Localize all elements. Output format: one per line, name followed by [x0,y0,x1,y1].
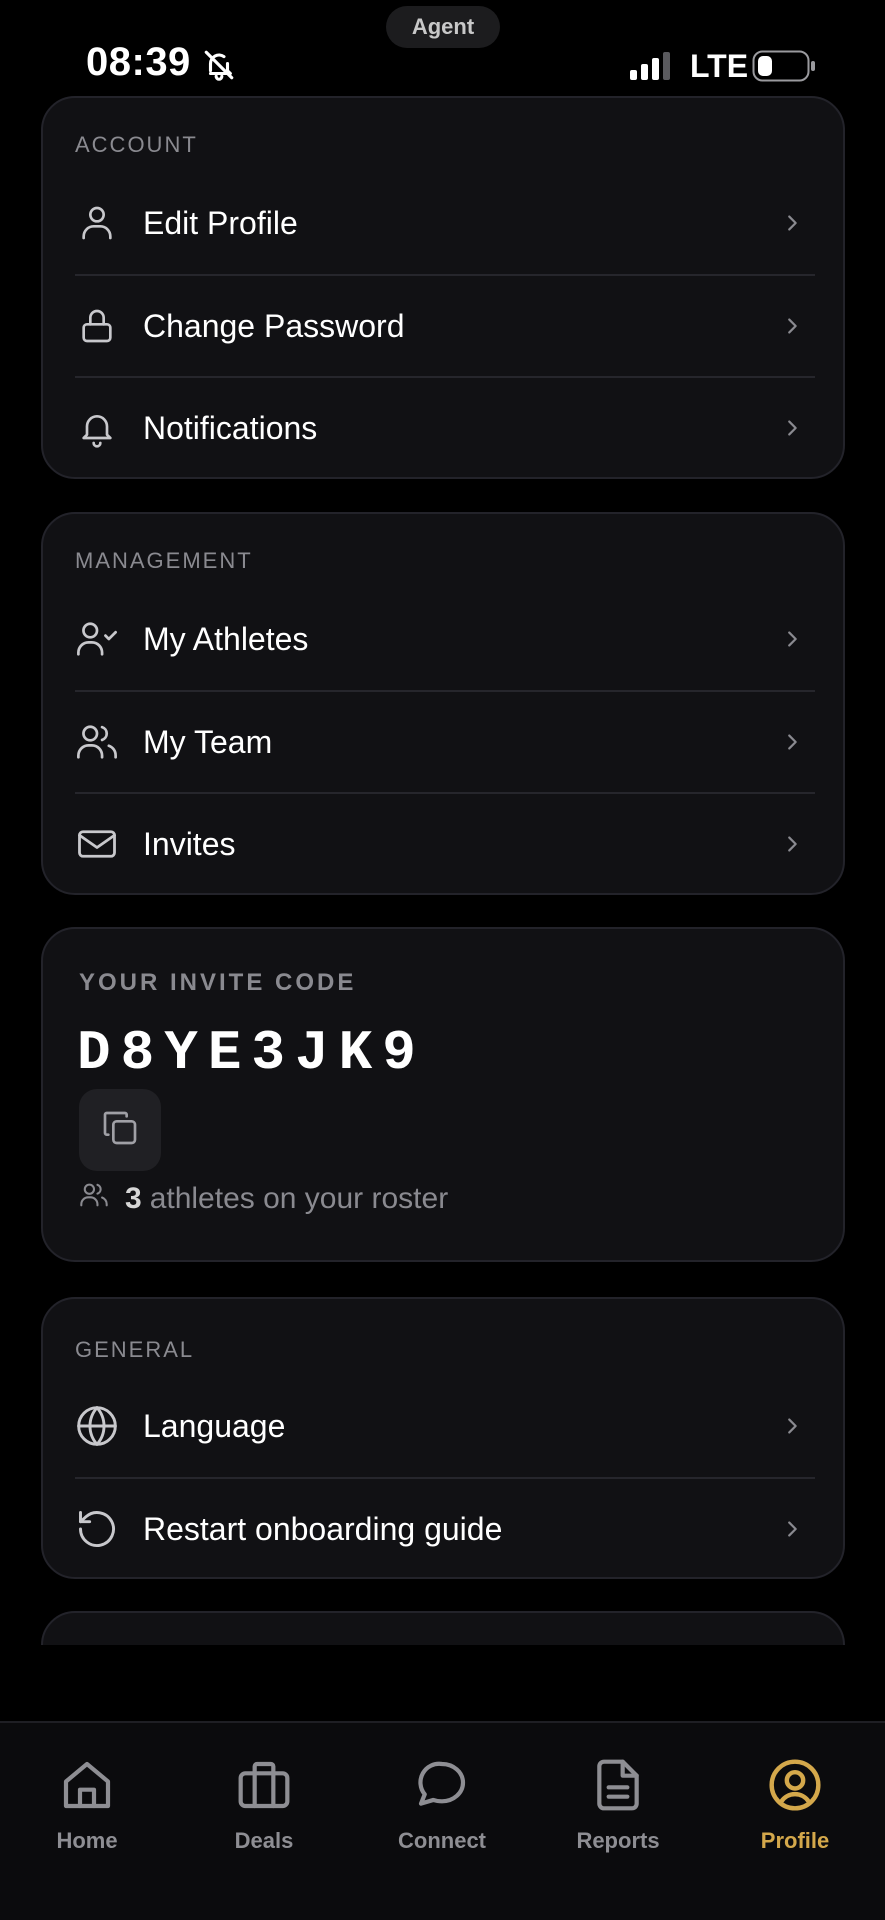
chevron-right-icon [777,413,807,443]
restart-onboarding-row[interactable]: Restart onboarding guide [75,1478,815,1580]
users-icon [79,1181,109,1217]
invite-code-card: YOUR INVITE CODE D8YE3JK9 3 athletes on … [41,927,845,1262]
restart-icon [75,1507,119,1551]
tab-home-label: Home [56,1828,118,1853]
tab-deals[interactable]: Deals [189,1757,339,1854]
account-card: ACCOUNT Edit Profile Change Password Not… [41,96,845,479]
user-icon [75,201,119,245]
user-check-icon [75,617,119,661]
tab-deals-label: Deals [234,1828,294,1853]
language-label: Language [143,1407,286,1444]
status-time: 08:39 [86,40,191,84]
bottom-tab-bar: Home Deals Connect Reports Profile [0,1721,885,1920]
profile-circle-icon [767,1757,823,1818]
edit-profile-row[interactable]: Edit Profile [75,172,815,274]
general-card: GENERAL Language Restart onboarding guid… [41,1297,845,1579]
language-row[interactable]: Language [75,1375,815,1477]
tab-profile[interactable]: Profile [720,1757,870,1854]
section-title-account: ACCOUNT [75,132,198,157]
invites-row[interactable]: Invites [75,793,815,895]
edit-profile-label: Edit Profile [143,204,298,241]
scroll-mask [0,1645,885,1721]
bell-icon [75,406,119,450]
invites-label: Invites [143,825,236,862]
lock-icon [75,304,119,348]
my-team-row[interactable]: My Team [75,691,815,793]
signal-icon [630,52,674,85]
chevron-right-icon [777,208,807,238]
copy-icon [100,1108,140,1153]
change-password-row[interactable]: Change Password [75,275,815,377]
section-title-management: MANAGEMENT [75,548,253,573]
tab-connect[interactable]: Connect [367,1757,517,1854]
chevron-right-icon [777,1514,807,1544]
tab-home[interactable]: Home [12,1757,162,1854]
chevron-right-icon [777,727,807,757]
management-card: MANAGEMENT My Athletes My Team Invites [41,512,845,895]
home-icon [59,1757,115,1818]
my-team-label: My Team [143,723,273,760]
document-icon [590,1757,646,1818]
my-athletes-row[interactable]: My Athletes [75,588,815,690]
chevron-right-icon [777,311,807,341]
briefcase-icon [236,1757,292,1818]
bell-off-icon [202,48,236,87]
roster-text: athletes on your roster [149,1182,449,1215]
roster-summary: 3 athletes on your roster [79,1181,448,1217]
my-athletes-label: My Athletes [143,620,309,657]
chevron-right-icon [777,1411,807,1441]
section-title-general: GENERAL [75,1337,195,1362]
restart-onboarding-label: Restart onboarding guide [143,1510,503,1547]
invite-code-title: YOUR INVITE CODE [79,969,357,996]
users-icon [75,720,119,764]
tab-reports-label: Reports [576,1828,660,1853]
mail-icon [75,822,119,866]
chat-icon [414,1757,470,1818]
globe-icon [75,1404,119,1448]
chevron-right-icon [777,624,807,654]
notifications-row[interactable]: Notifications [75,377,815,479]
chevron-right-icon [777,829,807,859]
tab-profile-label: Profile [760,1828,830,1853]
invite-code-value: D8YE3JK9 [77,1021,426,1085]
change-password-label: Change Password [143,307,405,344]
agent-pill: Agent [386,6,500,48]
tab-connect-label: Connect [398,1828,486,1853]
network-label: LTE [690,48,749,84]
copy-code-button[interactable] [79,1089,161,1171]
battery-icon [752,50,816,87]
roster-count: 3 [125,1182,142,1215]
tab-reports[interactable]: Reports [543,1757,693,1854]
notifications-label: Notifications [143,409,318,446]
